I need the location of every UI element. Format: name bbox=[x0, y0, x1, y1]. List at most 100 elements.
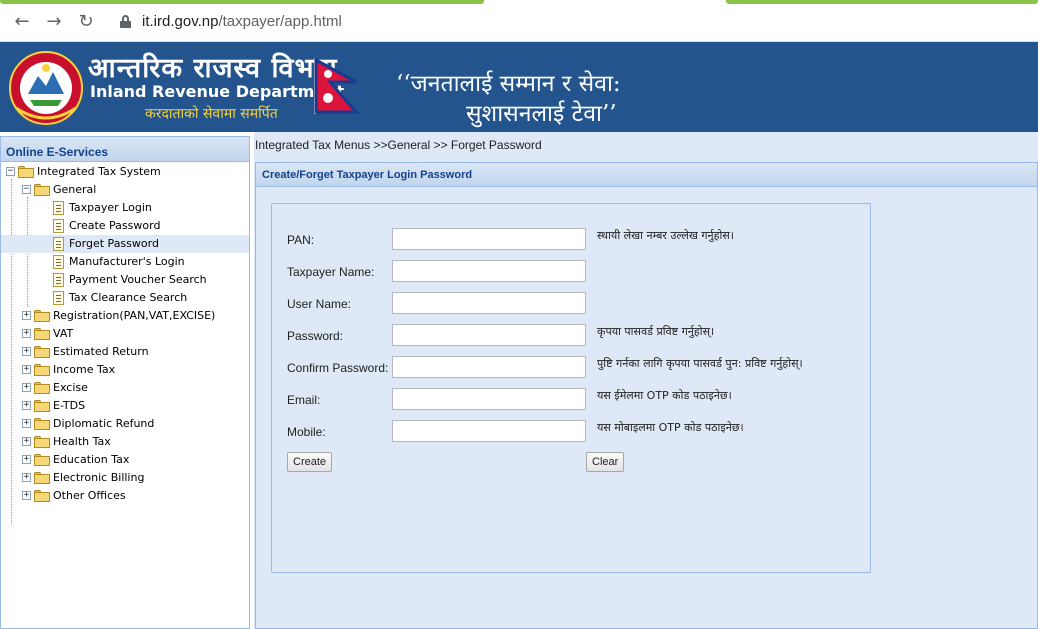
tree-general[interactable]: − General bbox=[1, 181, 249, 199]
tree-folder-estimated-return[interactable]: + Estimated Return bbox=[1, 343, 249, 361]
folder-icon bbox=[34, 454, 50, 466]
user-name-input[interactable] bbox=[392, 292, 586, 314]
email-hint: यस ईमेलमा OTP कोड पठाइनेछ। bbox=[597, 389, 732, 402]
back-arrow-icon[interactable]: ← bbox=[12, 12, 32, 32]
pan-input[interactable] bbox=[392, 228, 586, 250]
expand-icon[interactable]: + bbox=[22, 347, 31, 356]
expand-icon[interactable]: + bbox=[22, 419, 31, 428]
document-icon bbox=[53, 255, 64, 269]
expand-icon[interactable]: + bbox=[22, 383, 31, 392]
tree-root[interactable]: − Integrated Tax System bbox=[1, 163, 249, 181]
browser-toolbar: ← → ↻ it.ird.gov.np/taxpayer/app.html bbox=[0, 0, 1038, 42]
tree-folder-label: Estimated Return bbox=[53, 345, 149, 358]
tree-folder-education-tax[interactable]: + Education Tax bbox=[1, 451, 249, 469]
address-bar[interactable]: it.ird.gov.np/taxpayer/app.html bbox=[142, 13, 342, 30]
site-banner: आन्तरिक राजस्व विभाग Inland Revenue Depa… bbox=[0, 42, 1038, 132]
department-motto: करदाताको सेवामा समर्पित bbox=[145, 106, 278, 122]
tree-folder-label: Other Offices bbox=[53, 489, 126, 502]
password-hint: कृपया पासवर्ड प्रविष्ट गर्नुहोस्। bbox=[597, 325, 715, 338]
folder-icon bbox=[34, 472, 50, 484]
tree-folder-e-tds[interactable]: + E-TDS bbox=[1, 397, 249, 415]
expand-icon[interactable]: + bbox=[22, 473, 31, 482]
create-button[interactable]: Create bbox=[287, 452, 333, 472]
mobile-hint: यस मोबाइलमा OTP कोड पठाइनेछ। bbox=[597, 421, 744, 434]
tree-folder-excise[interactable]: + Excise bbox=[1, 379, 249, 397]
tree-folder-other-offices[interactable]: + Other Offices bbox=[1, 487, 249, 505]
folder-icon bbox=[34, 382, 50, 394]
tree-folder-vat[interactable]: + VAT bbox=[1, 325, 249, 343]
email-input[interactable] bbox=[392, 388, 586, 410]
tree-item-label: Payment Voucher Search bbox=[69, 273, 207, 286]
government-emblem-icon bbox=[9, 51, 83, 125]
tree-folder-registration[interactable]: + Registration(PAN,VAT,EXCISE) bbox=[1, 307, 249, 325]
tree-folder-diplomatic-refund[interactable]: + Diplomatic Refund bbox=[1, 415, 249, 433]
expand-icon[interactable]: + bbox=[22, 329, 31, 338]
reload-icon[interactable]: ↻ bbox=[76, 12, 96, 32]
tree-folder-label: Income Tax bbox=[53, 363, 116, 376]
tree-folder-label: Diplomatic Refund bbox=[53, 417, 155, 430]
expand-icon[interactable]: + bbox=[22, 491, 31, 500]
folder-icon bbox=[34, 490, 50, 502]
confirm-password-input[interactable] bbox=[392, 356, 586, 378]
expand-icon[interactable]: + bbox=[22, 401, 31, 410]
tree-item-payment-voucher-search[interactable]: Payment Voucher Search bbox=[1, 271, 249, 289]
collapse-icon[interactable]: − bbox=[22, 185, 31, 194]
mobile-input[interactable] bbox=[392, 420, 586, 442]
password-label: Password: bbox=[287, 329, 344, 343]
department-name-english: Inland Revenue Department bbox=[90, 82, 345, 101]
mobile-label: Mobile: bbox=[287, 425, 326, 439]
tree-folder-label: Education Tax bbox=[53, 453, 130, 466]
expand-icon[interactable]: + bbox=[22, 437, 31, 446]
confirm-password-label: Confirm Password: bbox=[287, 361, 389, 375]
nepal-flag-icon bbox=[314, 58, 360, 114]
tree-item-label: Tax Clearance Search bbox=[69, 291, 188, 304]
tree-folder-health-tax[interactable]: + Health Tax bbox=[1, 433, 249, 451]
tree-item-taxpayer-login[interactable]: Taxpayer Login bbox=[1, 199, 249, 217]
tab-strip-right bbox=[726, 0, 1038, 4]
password-input[interactable] bbox=[392, 324, 586, 346]
panel-title: Create/Forget Taxpayer Login Password bbox=[256, 163, 1037, 187]
tree-folder-label: Health Tax bbox=[53, 435, 111, 448]
tree-folder-label: Excise bbox=[53, 381, 88, 394]
sidebar-title: Online E-Services bbox=[1, 137, 249, 162]
user-name-label: User Name: bbox=[287, 297, 352, 311]
tree-item-tax-clearance-search[interactable]: Tax Clearance Search bbox=[1, 289, 249, 307]
folder-icon bbox=[34, 364, 50, 376]
tree-folder-label: VAT bbox=[53, 327, 74, 340]
password-form: PAN: स्थायी लेखा नम्बर उल्लेख गर्नुहोस। … bbox=[271, 203, 871, 573]
folder-icon bbox=[34, 328, 50, 340]
breadcrumb: Integrated Tax Menus >>General >> Forget… bbox=[255, 138, 542, 152]
tree-item-manufacturers-login[interactable]: Manufacturer's Login bbox=[1, 253, 249, 271]
folder-icon bbox=[34, 436, 50, 448]
tree-item-create-password[interactable]: Create Password bbox=[1, 217, 249, 235]
tree-root-label: Integrated Tax System bbox=[37, 165, 161, 178]
document-icon bbox=[53, 237, 64, 251]
document-icon bbox=[53, 273, 64, 287]
document-icon bbox=[53, 291, 64, 305]
lock-icon[interactable] bbox=[120, 15, 131, 28]
folder-icon bbox=[34, 346, 50, 358]
forward-arrow-icon[interactable]: → bbox=[44, 12, 64, 32]
tree-folder-income-tax[interactable]: + Income Tax bbox=[1, 361, 249, 379]
folder-icon bbox=[34, 418, 50, 430]
tree-item-forget-password[interactable]: Forget Password bbox=[1, 235, 249, 253]
pan-label: PAN: bbox=[287, 233, 315, 247]
tree-folder-label: Registration(PAN,VAT,EXCISE) bbox=[53, 309, 216, 322]
tree-item-label: Forget Password bbox=[69, 237, 159, 250]
taxpayer-name-label: Taxpayer Name: bbox=[287, 265, 375, 279]
password-panel: Create/Forget Taxpayer Login Password PA… bbox=[255, 162, 1038, 629]
collapse-icon[interactable]: − bbox=[6, 167, 15, 176]
url-path: /taxpayer/app.html bbox=[218, 13, 342, 30]
clear-button[interactable]: Clear bbox=[586, 452, 625, 472]
expand-icon[interactable]: + bbox=[22, 365, 31, 374]
slogan-line-2: सुशासनलाई टेवा’’ bbox=[466, 101, 617, 127]
slogan-line-1: ‘‘जनतालाई सम्मान र सेवा: bbox=[396, 71, 621, 97]
expand-icon[interactable]: + bbox=[22, 455, 31, 464]
department-name-nepali: आन्तरिक राजस्व विभाग bbox=[88, 53, 338, 84]
expand-icon[interactable]: + bbox=[22, 311, 31, 320]
pan-hint: स्थायी लेखा नम्बर उल्लेख गर्नुहोस। bbox=[597, 229, 734, 242]
tree-folder-label: E-TDS bbox=[53, 399, 86, 412]
taxpayer-name-input[interactable] bbox=[392, 260, 586, 282]
tree-item-label: Manufacturer's Login bbox=[69, 255, 185, 268]
tree-folder-electronic-billing[interactable]: + Electronic Billing bbox=[1, 469, 249, 487]
